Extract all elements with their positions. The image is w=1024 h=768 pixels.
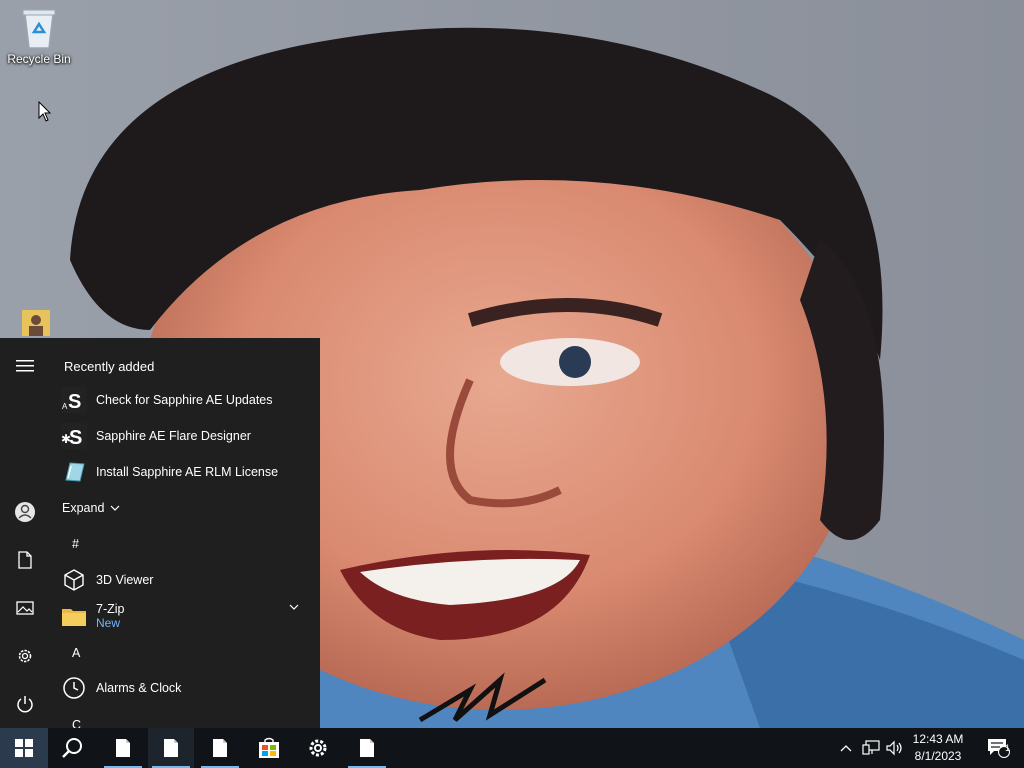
folder-icon (60, 602, 88, 630)
taskbar-app-document-2[interactable] (148, 728, 194, 768)
search-button[interactable] (48, 728, 96, 768)
app-alarms-clock[interactable]: Alarms & Clock (60, 670, 310, 706)
picture-icon (16, 601, 34, 615)
settings-button[interactable] (0, 636, 50, 676)
clock-time: 12:43 AM (912, 732, 964, 746)
expand-label: Expand (62, 501, 105, 515)
group-header-a[interactable]: A (72, 646, 80, 660)
recycle-bin-icon (22, 9, 56, 49)
chevron-down-icon (110, 505, 120, 511)
network-button[interactable] (860, 728, 882, 768)
sapphire-flare-icon: S ✱ (60, 422, 88, 450)
taskbar-app-document-4[interactable] (344, 728, 390, 768)
power-icon (17, 696, 33, 713)
taskbar: 12:43 AM 8/1/2023 1 (0, 728, 1024, 768)
document-icon (213, 739, 227, 757)
app-check-sapphire-updates[interactable]: SA Check for Sapphire AE Updates (60, 382, 310, 418)
app-name: Alarms & Clock (96, 681, 182, 695)
svg-text:S: S (68, 391, 81, 413)
taskbar-clock[interactable]: 12:43 AM 8/1/2023 (906, 731, 970, 765)
clock-icon (60, 674, 88, 702)
group-header-hash[interactable]: # (72, 537, 79, 551)
chevron-down-icon[interactable] (289, 604, 299, 610)
svg-text:A: A (62, 402, 68, 411)
taskbar-settings[interactable] (295, 728, 341, 768)
volume-button[interactable] (884, 728, 906, 768)
document-icon (18, 551, 32, 569)
start-menu-rail (0, 338, 50, 728)
power-button[interactable] (0, 684, 50, 724)
group-header-c[interactable]: C (72, 718, 81, 728)
cube-icon (60, 566, 88, 594)
user-avatar-icon (15, 502, 35, 522)
document-icon (116, 739, 130, 757)
app-7zip[interactable]: 7-Zip New (60, 596, 310, 636)
gear-icon (309, 739, 327, 757)
app-3d-viewer[interactable]: 3D Viewer (60, 562, 310, 598)
taskbar-app-document-1[interactable] (100, 728, 146, 768)
mouse-cursor-icon (38, 101, 52, 122)
start-menu: Recently added SA Check for Sapphire AE … (0, 338, 320, 728)
sapphire-s-icon: SA (60, 386, 88, 414)
document-icon (164, 739, 178, 757)
taskbar-app-document-3[interactable] (197, 728, 243, 768)
pictures-button[interactable] (0, 588, 50, 628)
documents-button[interactable] (0, 540, 50, 580)
app-name: Install Sapphire AE RLM License (96, 465, 279, 479)
new-badge: New (96, 616, 121, 630)
license-installer-icon (60, 458, 88, 486)
app-name: 3D Viewer (96, 573, 154, 587)
recycle-bin-desktop-icon[interactable]: Recycle Bin (1, 6, 77, 66)
app-name: 7-Zip (96, 602, 125, 616)
notification-count: 1 (1005, 743, 1011, 753)
network-icon (862, 740, 880, 755)
app-install-sapphire-license[interactable]: Install Sapphire AE RLM License (60, 454, 310, 490)
recycle-bin-label: Recycle Bin (7, 52, 71, 66)
store-bag-icon (259, 737, 279, 758)
hamburger-menu-button[interactable] (0, 346, 50, 386)
user-account-button[interactable] (0, 492, 50, 532)
search-icon (62, 738, 82, 758)
app-sapphire-flare-designer[interactable]: S ✱ Sapphire AE Flare Designer (60, 418, 310, 454)
expand-button[interactable]: Expand (62, 490, 142, 526)
action-center-button[interactable]: 1 (976, 728, 1020, 768)
hamburger-icon (16, 360, 34, 372)
show-hidden-icons-button[interactable] (836, 728, 856, 768)
document-icon (360, 739, 374, 757)
svg-text:✱: ✱ (61, 432, 71, 446)
windows-logo-icon (15, 739, 33, 757)
gear-icon (18, 649, 32, 663)
chevron-up-icon (840, 745, 852, 752)
app-name: Check for Sapphire AE Updates (96, 393, 273, 407)
app-name: Sapphire AE Flare Designer (96, 429, 251, 443)
speaker-icon (886, 740, 902, 756)
start-button[interactable] (0, 728, 48, 768)
recently-added-heading: Recently added (64, 359, 155, 374)
clock-date: 8/1/2023 (914, 749, 962, 763)
taskbar-microsoft-store[interactable] (246, 728, 292, 768)
start-app-list: Recently added SA Check for Sapphire AE … (50, 338, 320, 728)
user-folder-icon[interactable] (20, 306, 52, 338)
